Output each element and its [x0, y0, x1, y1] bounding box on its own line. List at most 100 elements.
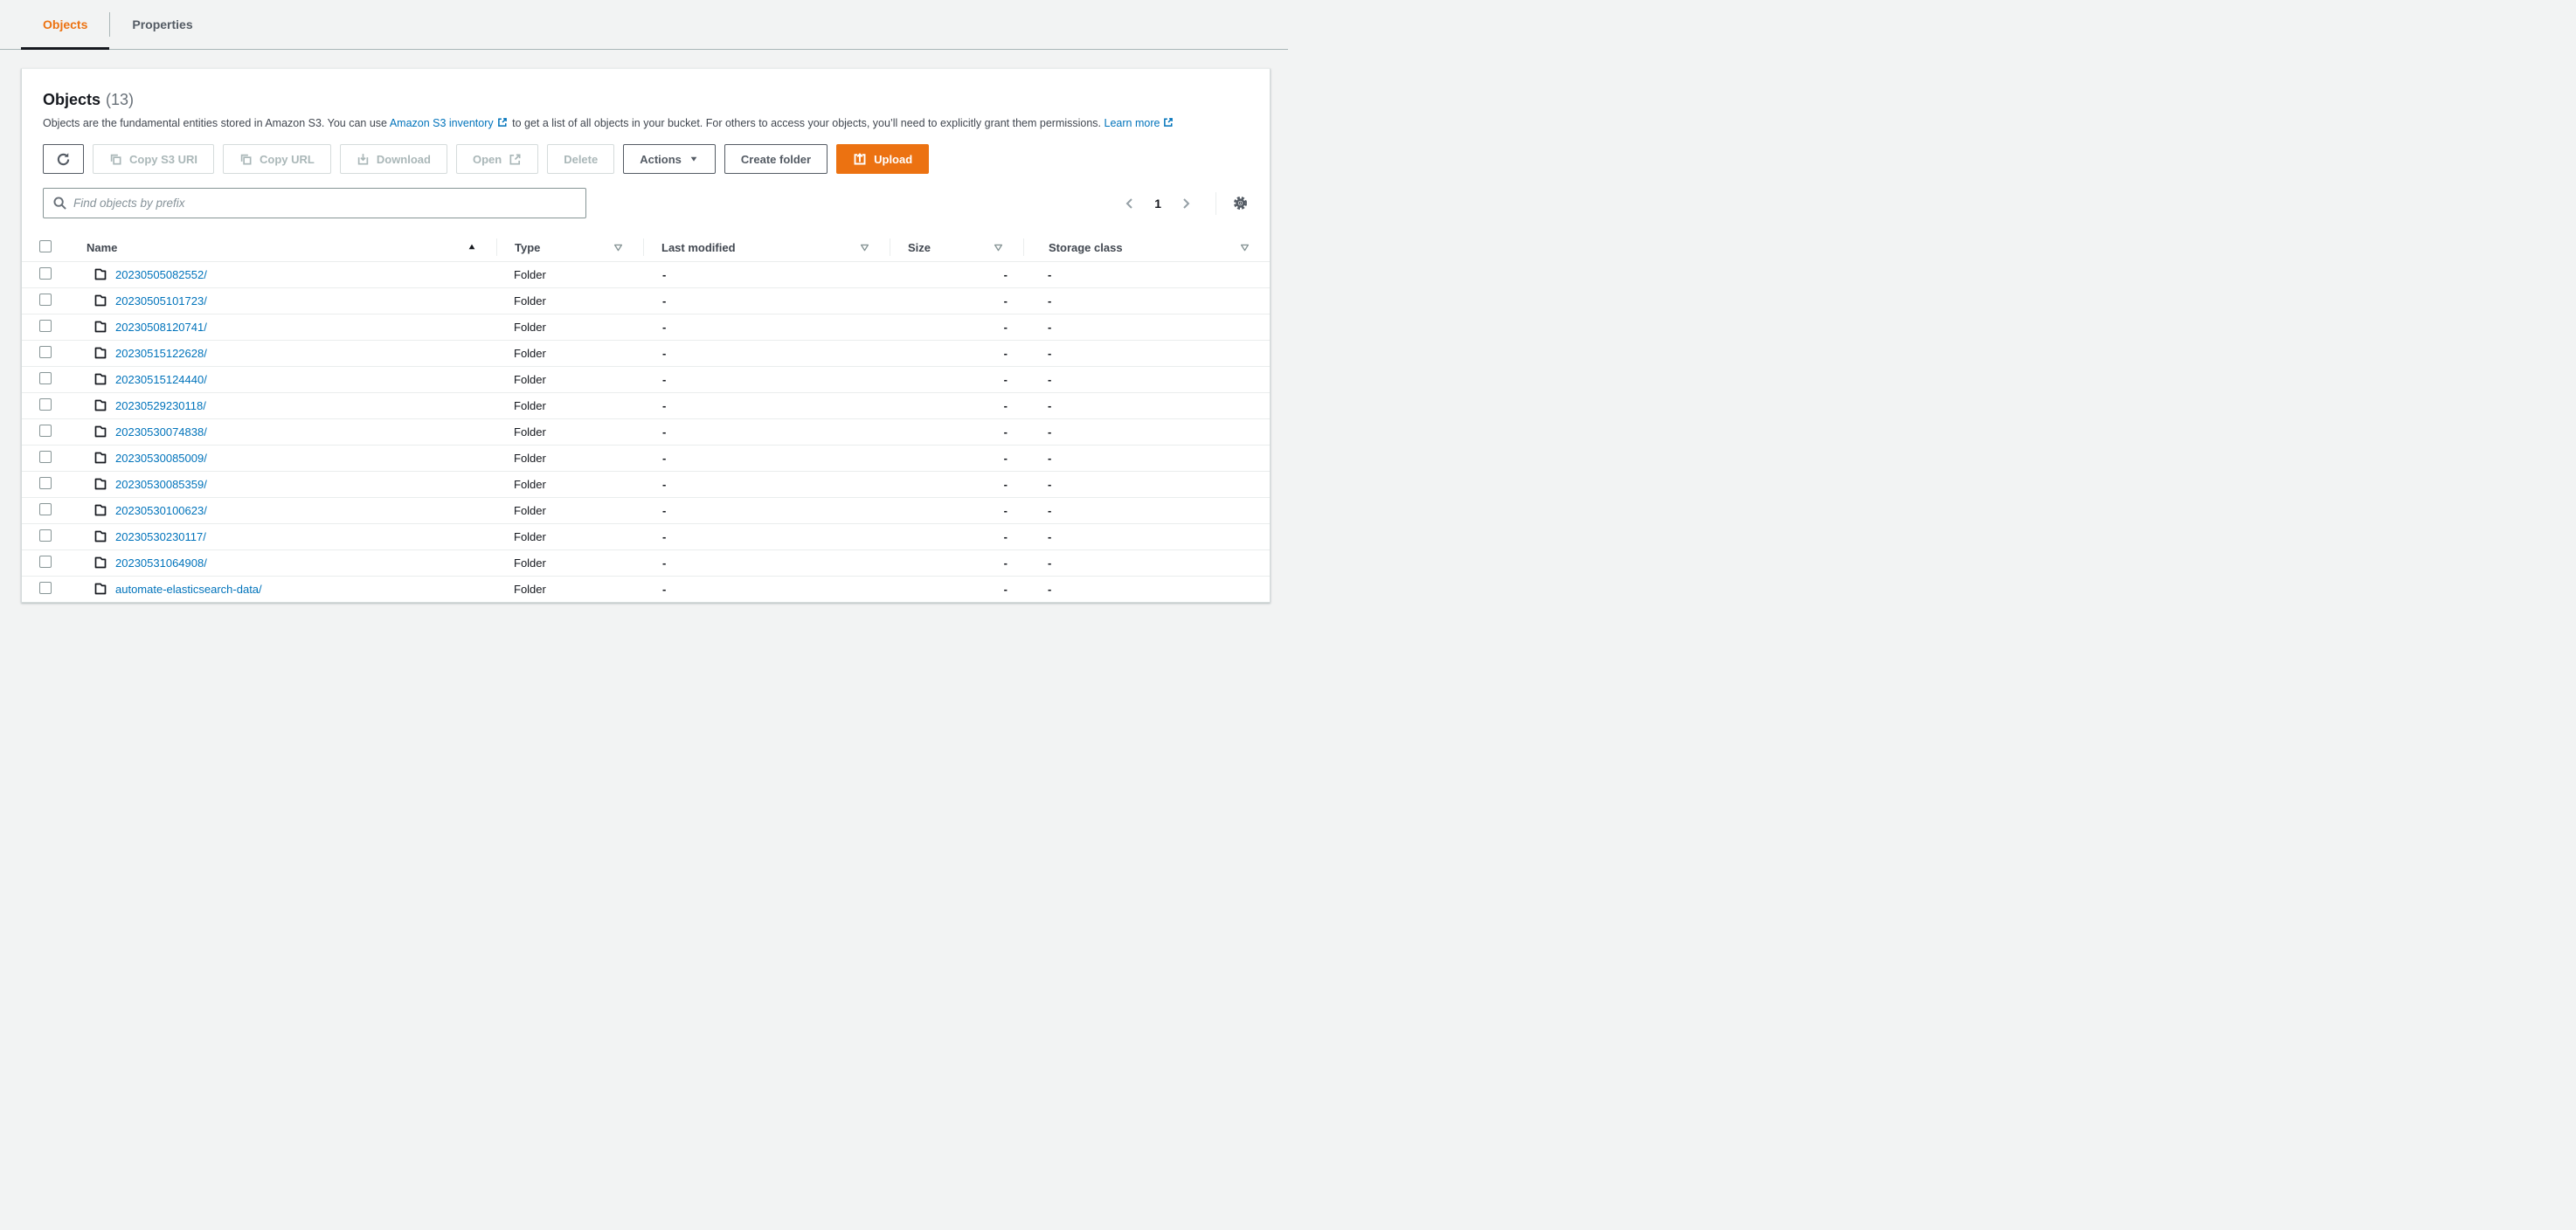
actions-dropdown-button[interactable]: Actions — [623, 144, 716, 174]
open-label: Open — [472, 152, 502, 166]
object-name-link[interactable]: 20230530085009/ — [115, 452, 207, 465]
row-checkbox[interactable] — [39, 450, 52, 463]
row-storage-class: - — [1023, 313, 1270, 340]
row-checkbox[interactable] — [39, 424, 52, 437]
table-row: 20230505101723/Folder - - - — [22, 287, 1270, 314]
object-name-link[interactable]: 20230515122628/ — [115, 347, 207, 360]
folder-icon — [93, 582, 107, 596]
object-name-link[interactable]: 20230530100623/ — [115, 504, 207, 517]
row-last-modified: - — [643, 339, 890, 366]
filter-icon[interactable] — [993, 242, 1004, 253]
column-header-last-modified[interactable]: Last modified — [643, 234, 890, 262]
row-storage-class: - — [1023, 522, 1270, 549]
row-last-modified: - — [643, 496, 890, 523]
object-name-link[interactable]: 20230505101723/ — [115, 294, 207, 308]
folder-icon — [93, 320, 107, 334]
select-all-checkbox[interactable] — [39, 239, 52, 252]
current-page-number[interactable]: 1 — [1154, 197, 1161, 211]
row-name-cell: 20230530085009/ — [69, 444, 496, 471]
caret-down-icon — [689, 154, 699, 164]
previous-page-button[interactable] — [1119, 193, 1140, 214]
row-checkbox[interactable] — [39, 293, 52, 306]
row-last-modified: - — [643, 549, 890, 576]
delete-button[interactable]: Delete — [547, 144, 615, 174]
download-label: Download — [376, 152, 431, 166]
copy-icon — [109, 153, 122, 166]
preferences-gear-icon[interactable] — [1232, 195, 1249, 211]
object-name-link[interactable]: 20230529230118/ — [115, 399, 206, 412]
filter-icon[interactable] — [1239, 242, 1250, 253]
row-name-cell: 20230508120741/ — [69, 313, 496, 340]
object-name-link[interactable]: 20230515124440/ — [115, 373, 207, 386]
pagination-divider — [1215, 191, 1216, 215]
row-checkbox[interactable] — [39, 371, 52, 384]
object-name-link[interactable]: 20230530230117/ — [115, 530, 206, 543]
amazon-s3-inventory-link[interactable]: Amazon S3 inventory — [390, 117, 509, 129]
find-objects-input[interactable] — [43, 188, 586, 218]
row-size: - — [890, 287, 1023, 314]
next-page-button[interactable] — [1175, 193, 1196, 214]
object-name-link[interactable]: 20230505082552/ — [115, 268, 207, 281]
row-checkbox-cell — [22, 365, 69, 392]
upload-label: Upload — [874, 152, 913, 166]
copy-s3-uri-button[interactable]: Copy S3 URI — [93, 144, 215, 174]
copy-url-button[interactable]: Copy URL — [223, 144, 331, 174]
object-name-link[interactable]: 20230531064908/ — [115, 556, 207, 570]
row-checkbox-cell — [22, 287, 69, 314]
tab-objects[interactable]: Objects — [21, 0, 110, 50]
row-last-modified: - — [643, 313, 890, 340]
refresh-button[interactable] — [43, 144, 84, 174]
folder-icon — [93, 372, 107, 386]
row-checkbox-cell — [22, 470, 69, 497]
object-name-link[interactable]: 20230530074838/ — [115, 425, 207, 439]
download-button[interactable]: Download — [339, 144, 447, 174]
object-name-link[interactable]: automate-elasticsearch-data/ — [115, 583, 262, 596]
object-name-link[interactable]: 20230530085359/ — [115, 478, 207, 491]
row-type: Folder — [514, 267, 546, 281]
filter-icon[interactable] — [859, 242, 870, 253]
column-header-type[interactable]: Type — [496, 234, 643, 262]
row-checkbox[interactable] — [39, 345, 52, 358]
table-row: 20230530100623/Folder - - - — [22, 496, 1270, 523]
column-header-storage-class[interactable]: Storage class — [1023, 234, 1270, 262]
table-row: 20230530085359/Folder - - - — [22, 470, 1270, 497]
description-mid: to get a list of all objects in your buc… — [512, 117, 1102, 129]
row-checkbox[interactable] — [39, 319, 52, 332]
table-row: 20230508120741/Folder - - - — [22, 313, 1270, 340]
row-checkbox[interactable] — [39, 581, 52, 594]
row-checkbox-cell — [22, 391, 69, 418]
row-checkbox-cell — [22, 575, 69, 602]
folder-icon — [93, 503, 107, 517]
filter-icon[interactable] — [613, 242, 624, 253]
row-last-modified: - — [643, 470, 890, 497]
row-checkbox[interactable] — [39, 555, 52, 568]
upload-button[interactable]: Upload — [836, 144, 930, 174]
objects-count: (13) — [106, 91, 135, 108]
row-checkbox[interactable] — [39, 502, 52, 515]
object-name-link[interactable]: 20230508120741/ — [115, 321, 207, 334]
row-type: Folder — [496, 418, 643, 445]
bucket-tabbar: Objects Properties — [0, 0, 1288, 50]
utility-row: 1 — [43, 188, 1249, 218]
sort-ascending-icon[interactable] — [467, 242, 477, 252]
row-storage-class: - — [1023, 418, 1270, 445]
copy-s3-uri-label: Copy S3 URI — [129, 152, 198, 166]
table-row: 20230505082552/Folder - - - — [22, 261, 1270, 287]
row-checkbox[interactable] — [39, 476, 52, 489]
learn-more-link[interactable]: Learn more — [1104, 117, 1176, 129]
row-name-cell: 20230515124440/ — [69, 365, 496, 392]
tab-properties[interactable]: Properties — [110, 0, 214, 49]
row-checkbox[interactable] — [39, 266, 52, 280]
open-button[interactable]: Open — [455, 144, 539, 174]
create-folder-button[interactable]: Create folder — [724, 144, 828, 174]
row-size: - — [890, 522, 1023, 549]
row-checkbox[interactable] — [39, 397, 52, 411]
delete-label: Delete — [564, 152, 599, 166]
row-checkbox[interactable] — [39, 529, 52, 542]
folder-icon — [93, 425, 107, 439]
column-header-size[interactable]: Size — [890, 234, 1023, 262]
row-checkbox-cell — [22, 496, 69, 523]
objects-table: Name Type Last modified Size Storage cla… — [22, 234, 1270, 602]
column-header-name[interactable]: Name — [69, 234, 496, 262]
table-row: 20230530230117/Folder - - - — [22, 522, 1270, 549]
